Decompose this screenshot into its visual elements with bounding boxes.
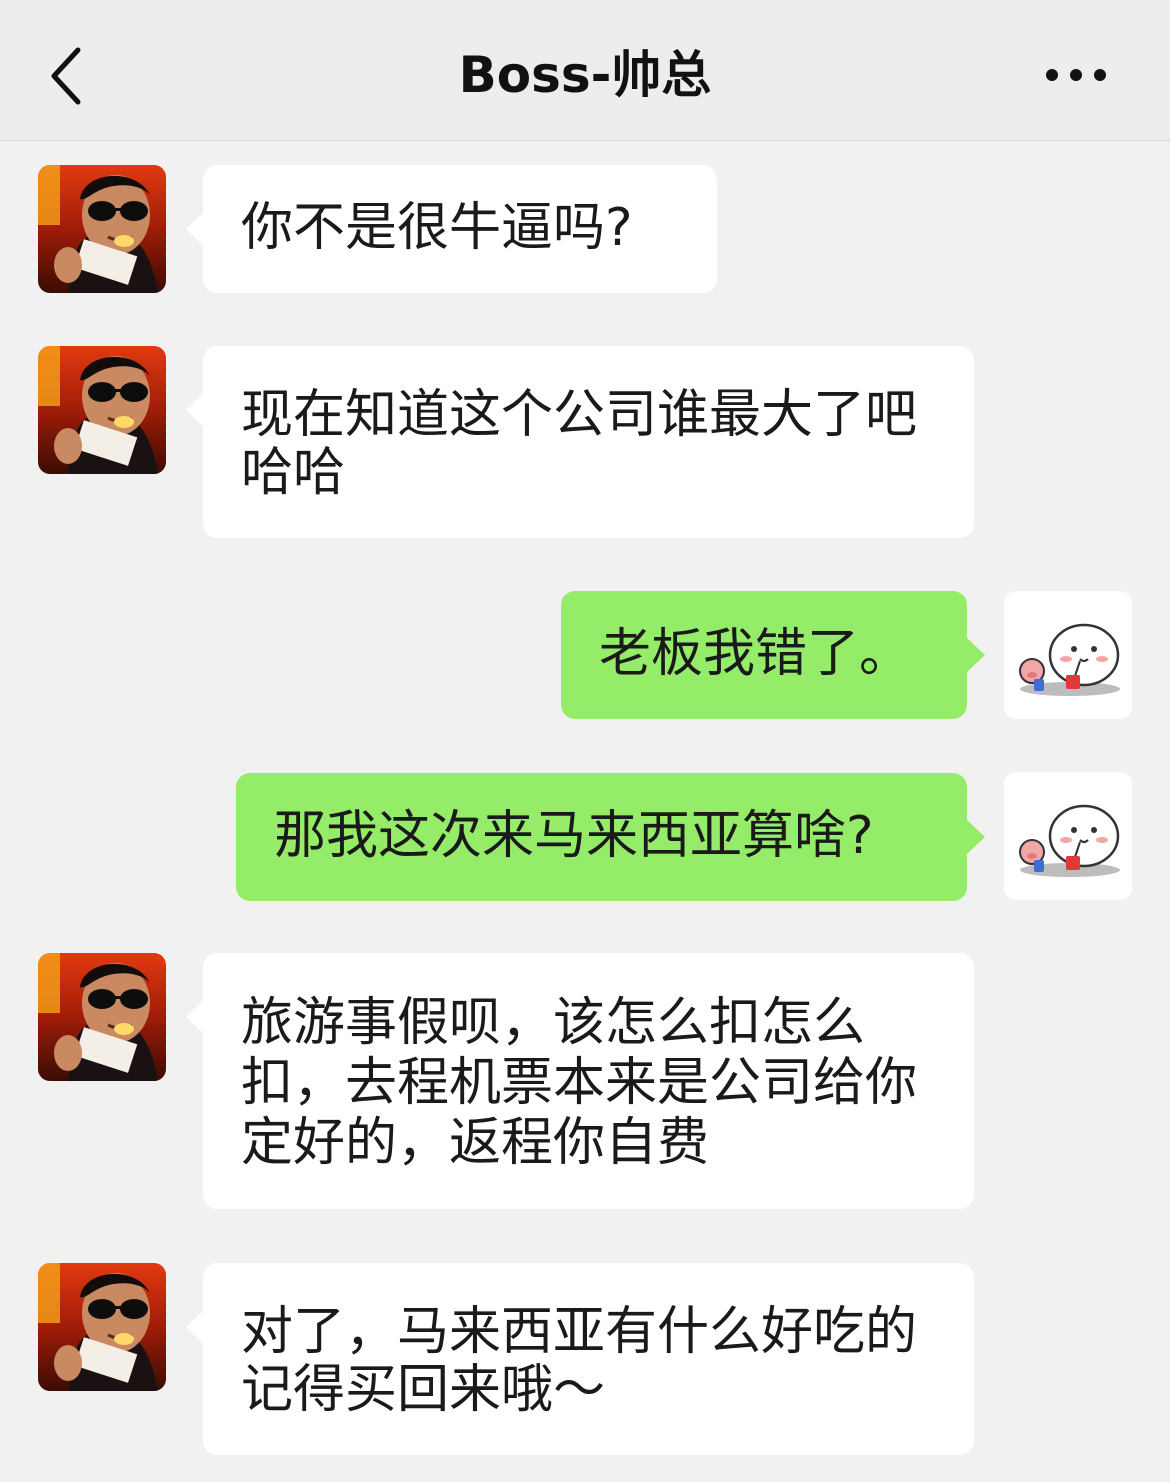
more-dots-icon[interactable] <box>1040 55 1112 95</box>
boss-avatar[interactable] <box>38 953 166 1081</box>
bubble-tail <box>967 638 985 672</box>
my-avatar[interactable] <box>1004 591 1132 719</box>
message-bubble-outgoing[interactable]: 老板我错了。 <box>561 591 967 719</box>
boss-avatar[interactable] <box>38 346 166 474</box>
message-bubble-incoming[interactable]: 你不是很牛逼吗? <box>203 165 717 293</box>
message-bubble-incoming[interactable]: 现在知道这个公司谁最大了吧 哈哈 <box>203 346 974 538</box>
message-bubble-outgoing[interactable]: 那我这次来马来西亚算啥? <box>236 773 967 901</box>
bubble-tail <box>186 1000 204 1034</box>
bubble-tail <box>186 212 204 246</box>
bubble-tail <box>967 820 985 854</box>
chat-title: Boss-帅总 <box>458 46 712 104</box>
my-avatar[interactable] <box>1004 772 1132 900</box>
message-bubble-incoming[interactable]: 旅游事假呗，该怎么扣怎么 扣，去程机票本来是公司给你 定好的，返程你自费 <box>203 953 974 1209</box>
bubble-tail <box>186 1310 204 1344</box>
bubble-tail <box>186 393 204 427</box>
boss-avatar[interactable] <box>38 165 166 293</box>
message-bubble-incoming[interactable]: 对了，马来西亚有什么好吃的 记得买回来哦～ <box>203 1263 974 1455</box>
chat-header: Boss-帅总 <box>0 0 1170 141</box>
boss-avatar[interactable] <box>38 1263 166 1391</box>
